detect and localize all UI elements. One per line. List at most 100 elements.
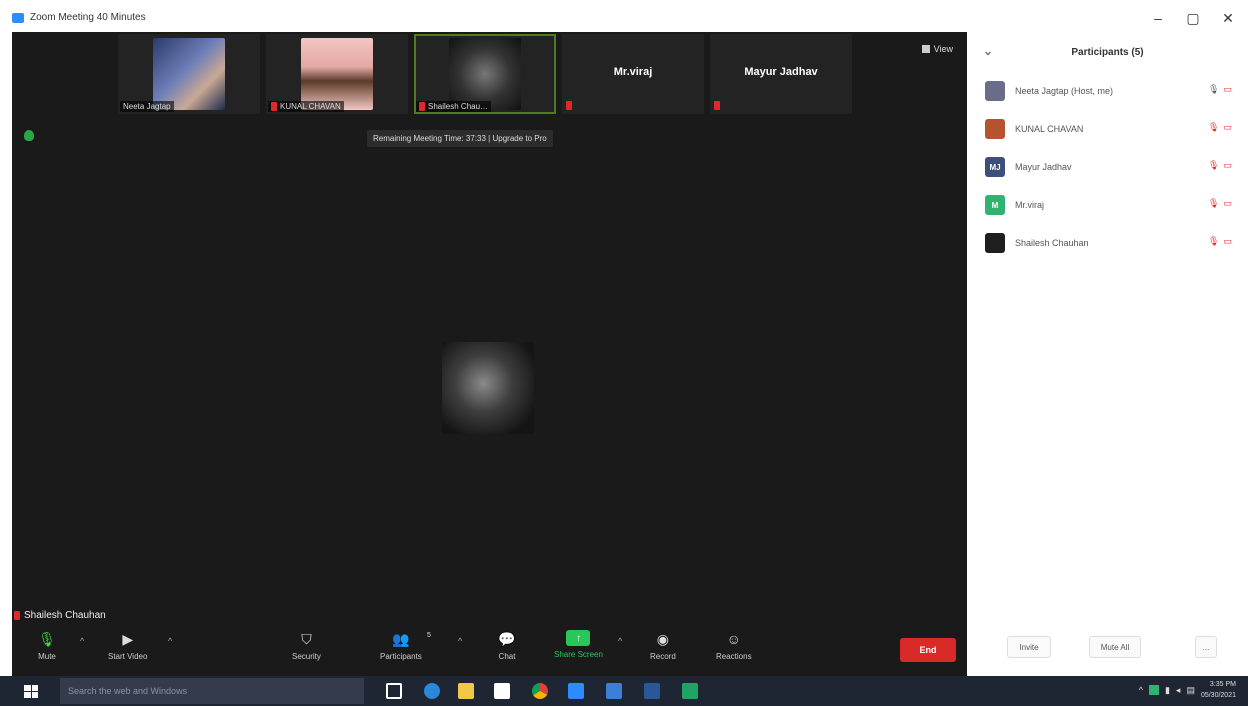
store-icon[interactable] xyxy=(494,683,510,699)
word-icon[interactable] xyxy=(644,683,660,699)
participant-status: 🎙 ▭ xyxy=(1208,122,1232,133)
grid-icon xyxy=(921,45,930,53)
thumbnail-label: Neeta Jagtap xyxy=(120,101,174,112)
participant-item[interactable]: M Mr.viraj 🎙 ▭ xyxy=(967,186,1248,224)
chevron-down-icon[interactable]: ⌄ xyxy=(983,44,993,58)
system-tray: ^ ▮ ◂ ▤ 3:35 PM 05/30/2021 xyxy=(1139,679,1236,701)
participant-video xyxy=(449,38,521,110)
mic-muted-icon xyxy=(419,102,425,111)
taskbar-search-input[interactable]: Search the web and Windows xyxy=(60,678,364,704)
end-button[interactable]: End xyxy=(900,638,956,662)
active-speaker-label: Shailesh Chauhan xyxy=(14,610,106,621)
start-video-button[interactable]: ▶ Start Video xyxy=(108,630,147,662)
avatar xyxy=(985,233,1005,253)
participant-status: 🎙 ▭ xyxy=(1208,160,1232,171)
windows-start-icon[interactable] xyxy=(24,685,38,698)
thumbnail-name: Mr.viraj xyxy=(613,66,653,78)
windows-taskbar: Search the web and Windows ^ ▮ ◂ ▤ 3:35 … xyxy=(0,676,1248,706)
security-button[interactable]: ⛉ Security xyxy=(292,630,321,662)
participants-footer: Invite Mute All ... xyxy=(967,636,1248,660)
minimize-button[interactable]: – xyxy=(1148,10,1168,26)
thumbnail-tile[interactable]: Shailesh Chau… xyxy=(414,34,556,114)
clock[interactable]: 3:35 PM 05/30/2021 xyxy=(1201,679,1236,701)
close-button[interactable]: ✕ xyxy=(1218,10,1238,27)
participant-item[interactable]: MJ Mayur Jadhav 🎙 ▭ xyxy=(967,148,1248,186)
mute-button[interactable]: 🎙 Mute xyxy=(38,630,56,662)
participant-status: 🎙 ▭ xyxy=(1208,198,1232,209)
microphone-icon: 🎙 xyxy=(1208,84,1220,94)
chevron-up-icon[interactable]: ^ xyxy=(1139,685,1143,695)
participant-name: Shailesh Chauhan xyxy=(1015,238,1089,248)
record-button[interactable]: ◉ Record xyxy=(650,630,676,662)
thumbnail-name: Mayur Jadhav xyxy=(744,66,818,78)
network-icon[interactable]: ▮ xyxy=(1165,685,1170,696)
video-off-icon: ▭ xyxy=(1223,122,1232,132)
participant-status: 🎙 ▭ xyxy=(1208,236,1232,247)
video-off-icon: ▭ xyxy=(1223,198,1232,208)
thumbnail-tile[interactable]: KUNAL CHAVAN xyxy=(266,34,408,114)
mic-muted-icon xyxy=(271,102,277,111)
chrome-icon[interactable] xyxy=(532,683,548,699)
tray-app-icon[interactable] xyxy=(1148,685,1159,695)
shield-icon[interactable] xyxy=(24,130,34,141)
zoom-meeting-taskbar-icon[interactable] xyxy=(606,683,622,699)
window-title-group: Zoom Meeting 40 Minutes xyxy=(12,12,146,23)
thumbnail-tile[interactable]: Neeta Jagtap xyxy=(118,34,260,114)
more-button[interactable]: ... xyxy=(1195,636,1217,658)
mute-all-button[interactable]: Mute All xyxy=(1089,636,1141,658)
chevron-up-icon[interactable]: ^ xyxy=(80,636,84,646)
view-button[interactable]: View xyxy=(921,44,953,54)
meeting-toolbar: 🎙 Mute ^ ▶ Start Video ^ ⛉ Security 👥 Pa… xyxy=(12,628,967,676)
camera-app-icon[interactable] xyxy=(682,683,698,699)
video-off-icon: ▭ xyxy=(1223,160,1232,170)
active-speaker-video xyxy=(442,342,534,434)
participants-count: 5 xyxy=(427,632,431,639)
participant-item[interactable]: Shailesh Chauhan 🎙 ▭ xyxy=(967,224,1248,262)
chevron-up-icon[interactable]: ^ xyxy=(618,636,622,646)
edge-icon[interactable] xyxy=(424,683,440,699)
timer-banner[interactable]: Remaining Meeting Time: 37:33 | Upgrade … xyxy=(367,130,553,147)
thumbnail-strip: Neeta Jagtap KUNAL CHAVAN Shailesh Chau…… xyxy=(118,34,852,114)
thumbnail-label: KUNAL CHAVAN xyxy=(268,101,344,112)
participant-item[interactable]: Neeta Jagtap (Host, me) 🎙 ▭ xyxy=(967,72,1248,110)
participant-status: 🎙 ▭ xyxy=(1208,84,1232,95)
mic-muted-icon xyxy=(566,101,572,110)
mic-muted-icon xyxy=(714,101,720,110)
thumbnail-tile[interactable]: Mr.viraj xyxy=(562,34,704,114)
mic-muted-icon: 🎙 xyxy=(1208,198,1220,208)
chat-icon: 💬 xyxy=(498,630,516,647)
avatar: MJ xyxy=(985,157,1005,177)
mic-muted-icon: 🎙 xyxy=(1208,160,1220,170)
participants-title: Participants (5) xyxy=(1071,46,1144,58)
reactions-button[interactable]: ☺ Reactions xyxy=(716,630,752,661)
share-screen-button[interactable]: ↑ Share Screen xyxy=(554,630,603,659)
chat-button[interactable]: 💬 Chat xyxy=(498,630,516,662)
zoom-logo-icon xyxy=(12,12,24,23)
avatar xyxy=(985,81,1005,101)
zoom-taskbar-icon[interactable] xyxy=(568,683,584,699)
meeting-area: Neeta Jagtap KUNAL CHAVAN Shailesh Chau…… xyxy=(12,32,967,676)
video-off-icon: ▭ xyxy=(1223,236,1232,246)
participant-name: Mr.viraj xyxy=(1015,200,1044,210)
participant-item[interactable]: KUNAL CHAVAN 🎙 ▭ xyxy=(967,110,1248,148)
microphone-icon: 🎙 xyxy=(38,630,56,647)
people-icon: 👥 xyxy=(392,630,410,647)
participant-video xyxy=(301,38,373,110)
participants-button[interactable]: 👥 Participants xyxy=(380,630,422,662)
reactions-icon: ☺ xyxy=(726,631,741,647)
video-off-icon: ▶ xyxy=(122,630,134,647)
file-explorer-icon[interactable] xyxy=(458,683,474,699)
chevron-up-icon[interactable]: ^ xyxy=(168,636,172,646)
maximize-button[interactable]: ▢ xyxy=(1183,10,1203,27)
invite-button[interactable]: Invite xyxy=(1007,636,1051,658)
participants-header: ⌄ Participants (5) xyxy=(967,32,1248,72)
volume-icon[interactable]: ◂ xyxy=(1176,685,1181,696)
participant-video xyxy=(153,38,225,110)
language-icon[interactable]: ▤ xyxy=(1186,685,1195,696)
window-title: Zoom Meeting 40 Minutes xyxy=(30,12,146,23)
task-view-icon[interactable] xyxy=(386,683,402,699)
chevron-up-icon[interactable]: ^ xyxy=(458,636,462,646)
participant-name: Neeta Jagtap (Host, me) xyxy=(1015,86,1114,96)
participant-name: Mayur Jadhav xyxy=(1015,162,1072,172)
thumbnail-tile[interactable]: Mayur Jadhav xyxy=(710,34,852,114)
